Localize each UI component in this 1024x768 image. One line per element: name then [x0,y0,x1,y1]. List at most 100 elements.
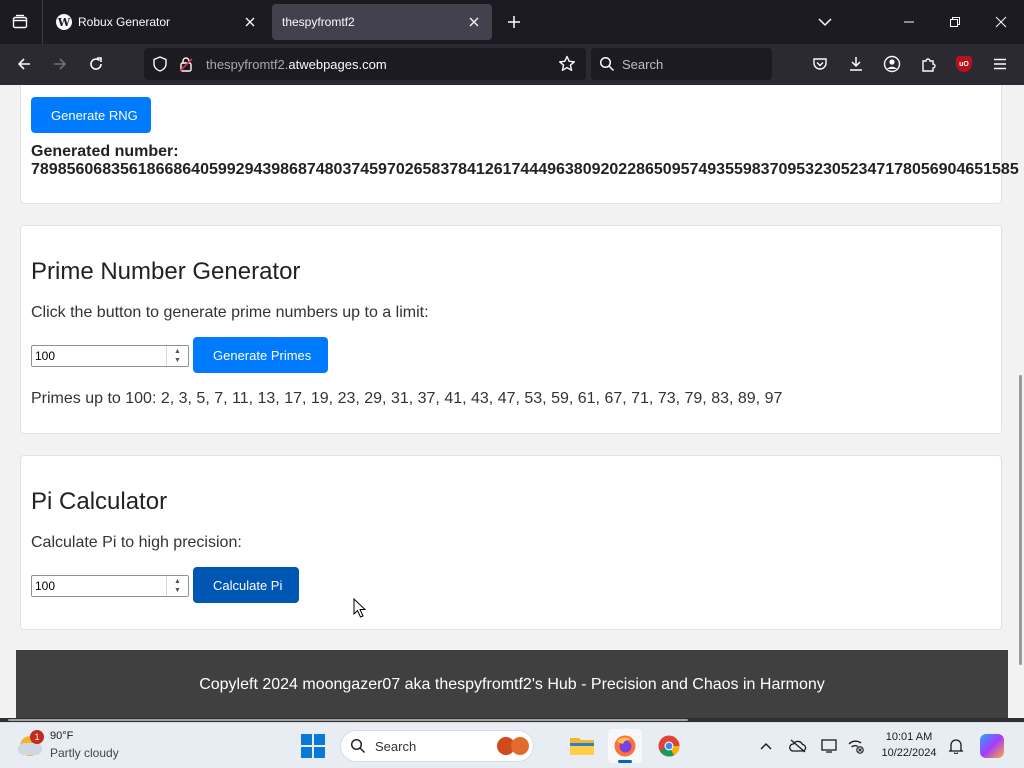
search-icon [599,56,615,77]
notifications-bell-icon[interactable] [946,736,966,756]
ublock-origin-icon: uO [956,56,972,72]
weather-widget[interactable]: 1 90°F Partly cloudy [16,728,156,764]
new-tab-button[interactable] [502,10,526,34]
page-footer: Copyleft 2024 moongazer07 aka thespyfrom… [16,650,1008,718]
list-all-tabs-button[interactable] [812,10,838,34]
close-icon [995,16,1007,28]
generate-primes-button[interactable]: Generate Primes [193,337,328,373]
footer-text: Copyleft 2024 moongazer07 aka thespyfrom… [199,676,825,693]
firefox-taskbar-button[interactable] [608,729,642,763]
prime-limit-value: 100 [35,349,56,363]
network-disconnected-icon[interactable] [846,736,866,756]
pi-precision-input[interactable]: 100 ▲ ▼ [31,575,189,597]
prime-limit-input[interactable]: 100 ▲ ▼ [31,345,189,367]
minimize-icon [904,21,914,23]
weather-condition: Partly cloudy [50,746,119,760]
mouse-cursor-icon [353,598,367,618]
firefox-icon [614,735,636,757]
chrome-taskbar-button[interactable] [652,729,686,763]
number-spinner[interactable]: ▲ ▼ [166,346,188,366]
reload-icon [90,57,102,70]
taskbar-search-box[interactable]: Search [340,730,534,762]
account-button[interactable] [878,50,906,78]
arrow-right-icon [54,58,67,70]
pi-precision-value: 100 [35,579,56,593]
wordpress-icon: W [56,14,72,30]
account-icon [883,55,901,73]
number-spinner[interactable]: ▲ ▼ [166,576,188,596]
forward-button[interactable] [46,50,74,78]
taskbar-search-placeholder: Search [375,739,417,754]
tab-title: Robux Generator [78,15,171,29]
download-icon [850,57,862,71]
ublock-origin-button[interactable]: uO [950,50,978,78]
tab-title: thespyfromtf2 [282,15,355,29]
tab-thespyfromtf2[interactable]: thespyfromtf2 [272,4,492,40]
address-bar[interactable]: thespyfromtf2.atwebpages.com [144,48,586,80]
vertical-scrollbar[interactable] [1018,85,1024,718]
display-icon[interactable] [820,736,840,756]
pi-calculator-title: Pi Calculator [31,488,168,515]
extensions-button[interactable] [914,50,942,78]
tracking-protection-shield-icon[interactable] [152,56,168,77]
reload-button[interactable] [82,50,110,78]
browser-tab-bar: W Robux Generator thespyfromtf2 [0,0,1024,44]
tab-close-icon[interactable] [242,14,258,30]
copilot-icon[interactable] [980,734,1004,758]
restore-window-button[interactable] [932,0,978,44]
vertical-scrollbar-thumb[interactable] [1019,375,1022,665]
back-button[interactable] [10,50,38,78]
minimize-window-button[interactable] [886,0,932,44]
taskbar-clock[interactable]: 10:01 AM 10/22/2024 [874,729,944,761]
url-text: thespyfromtf2.atwebpages.com [206,57,387,72]
bookmark-star-icon[interactable] [558,55,576,78]
weather-notification-badge: 1 [30,730,44,744]
rng-section-card: Generate RNG Generated number: 789856068… [20,85,1019,204]
primes-result-text: Primes up to 100: 2, 3, 5, 7, 11, 13, 17… [31,390,783,407]
page-viewport: Generate RNG Generated number: 789856068… [0,85,1024,718]
generate-rng-button[interactable]: Generate RNG [31,97,151,133]
puzzle-icon [922,58,936,72]
pocket-icon [813,58,827,70]
tab-robux-generator[interactable]: W Robux Generator [46,4,268,40]
generated-number-value: 7898560683561866864059929439868748037459… [31,161,1019,178]
generated-number-label: Generated number: [31,143,179,160]
chevron-down-icon [818,18,832,27]
url-domain: atwebpages.com [288,57,387,72]
weather-cloud-icon [18,743,42,755]
search-icon [350,738,366,759]
horizontal-scrollbar-thumb[interactable] [8,719,688,721]
active-app-indicator [618,760,632,763]
hamburger-menu-icon [994,58,1006,70]
arrow-left-icon [17,58,30,70]
firefox-view-icon [12,14,28,29]
close-window-button[interactable] [978,0,1024,44]
pi-calculator-description: Calculate Pi to high precision: [31,534,242,551]
tab-close-icon[interactable] [466,14,482,30]
tab-separator [42,0,43,44]
app-menu-button[interactable] [986,50,1014,78]
prime-generator-title: Prime Number Generator [31,258,301,285]
show-hidden-icons-chevron-up-icon[interactable] [756,736,776,756]
restore-icon [950,17,960,27]
calculate-pi-button[interactable]: Calculate Pi [193,567,299,603]
pocket-button[interactable] [806,50,834,78]
start-button[interactable] [300,733,326,759]
pi-calculator-card: Pi Calculator Calculate Pi to high preci… [20,455,1002,630]
chrome-icon [658,735,680,757]
clock-time: 10:01 AM [885,731,933,743]
plus-icon [508,16,520,28]
clock-date: 10/22/2024 [881,747,937,759]
search-placeholder: Search [622,57,664,72]
url-subdomain: thespyfromtf2. [206,57,289,72]
insecure-lock-icon[interactable] [178,56,194,77]
browser-search-bar[interactable]: Search [591,48,772,80]
onedrive-offline-icon[interactable] [788,736,808,756]
folder-icon [570,738,594,755]
file-explorer-button[interactable] [565,729,599,763]
windows-taskbar: 1 90°F Partly cloudy Search 10:01 AM 10/… [0,722,1024,768]
downloads-button[interactable] [842,50,870,78]
basketball-icon [511,737,529,755]
firefox-view-button[interactable] [4,6,36,38]
prime-generator-card: Prime Number Generator Click the button … [20,225,1002,434]
